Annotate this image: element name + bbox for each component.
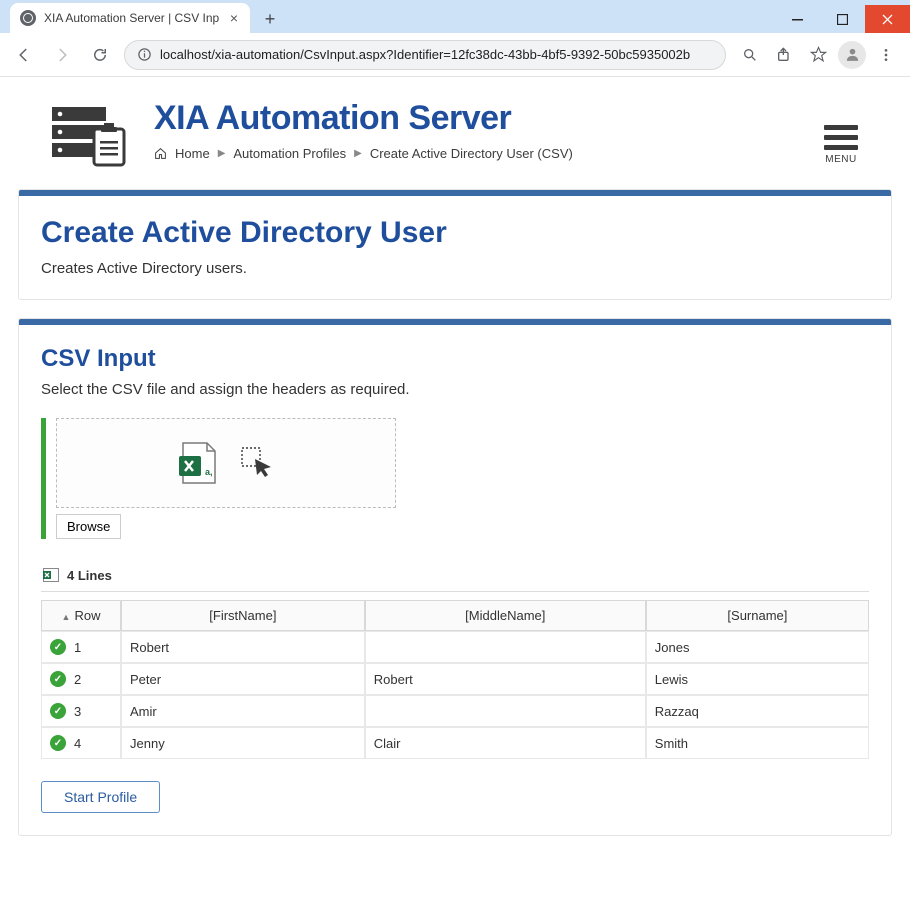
globe-icon xyxy=(20,10,36,26)
excel-file-icon: a, xyxy=(177,441,219,485)
drag-select-icon xyxy=(241,447,275,479)
app-logo-icon xyxy=(52,105,130,165)
col-header-row[interactable]: ▲Row xyxy=(41,600,121,631)
address-bar[interactable]: localhost/xia-automation/CsvInput.aspx?I… xyxy=(124,40,726,70)
excel-small-icon xyxy=(43,567,59,583)
menu-button[interactable]: MENU xyxy=(824,99,890,165)
check-circle-icon: ✓ xyxy=(50,639,66,655)
col-header-surname[interactable]: [Surname] xyxy=(646,600,869,631)
row-number: 4 xyxy=(74,736,81,751)
window-titlebar: XIA Automation Server | CSV Inp × + xyxy=(0,0,910,33)
csv-section-subtitle: Select the CSV file and assign the heade… xyxy=(41,381,869,398)
cell-middlename xyxy=(365,695,646,727)
cell-surname: Jones xyxy=(646,631,869,663)
chevron-right-icon: ▶ xyxy=(218,148,226,159)
col-header-middlename[interactable]: [MiddleName] xyxy=(365,600,646,631)
close-window-button[interactable] xyxy=(865,5,910,33)
cell-firstname: Robert xyxy=(121,631,365,663)
title-card: Create Active Directory User Creates Act… xyxy=(18,189,892,300)
home-icon xyxy=(154,147,167,160)
lines-summary: 4 Lines xyxy=(41,563,869,592)
forward-button xyxy=(48,41,76,69)
cell-middlename xyxy=(365,631,646,663)
zoom-icon[interactable] xyxy=(736,41,764,69)
bookmark-icon[interactable] xyxy=(804,41,832,69)
breadcrumb-profiles[interactable]: Automation Profiles xyxy=(233,146,346,161)
cell-firstname: Peter xyxy=(121,663,365,695)
page-subtitle: Creates Active Directory users. xyxy=(41,260,869,277)
tab-title: XIA Automation Server | CSV Inp xyxy=(44,11,220,25)
reload-button[interactable] xyxy=(86,41,114,69)
profile-avatar-icon[interactable] xyxy=(838,41,866,69)
start-profile-button[interactable]: Start Profile xyxy=(41,781,160,813)
breadcrumb-current: Create Active Directory User (CSV) xyxy=(370,146,573,161)
table-row[interactable]: ✓ 1 Robert Jones xyxy=(41,631,869,663)
csv-data-table: ▲Row [FirstName] [MiddleName] [Surname] … xyxy=(41,600,869,759)
table-row[interactable]: ✓ 4 JennyClairSmith xyxy=(41,727,869,759)
svg-text:a,: a, xyxy=(205,467,213,477)
browse-button[interactable]: Browse xyxy=(56,514,121,539)
cell-firstname: Jenny xyxy=(121,727,365,759)
new-tab-button[interactable]: + xyxy=(256,5,284,33)
row-number: 3 xyxy=(74,704,81,719)
page-title: Create Active Directory User xyxy=(41,216,869,250)
browser-tab[interactable]: XIA Automation Server | CSV Inp × xyxy=(10,3,250,33)
upload-area: a, Browse xyxy=(41,418,869,539)
close-tab-icon[interactable]: × xyxy=(228,9,240,27)
check-circle-icon: ✓ xyxy=(50,735,66,751)
csv-section-title: CSV Input xyxy=(41,345,869,373)
cell-middlename: Robert xyxy=(365,663,646,695)
minimize-window-button[interactable] xyxy=(775,5,820,33)
file-dropzone[interactable]: a, xyxy=(56,418,396,508)
lines-count-label: 4 Lines xyxy=(67,568,112,583)
browser-toolbar: localhost/xia-automation/CsvInput.aspx?I… xyxy=(0,33,910,77)
site-info-icon[interactable] xyxy=(137,47,152,62)
row-number: 2 xyxy=(74,672,81,687)
kebab-menu-icon[interactable] xyxy=(872,41,900,69)
upload-status-bar xyxy=(41,418,46,539)
share-icon[interactable] xyxy=(770,41,798,69)
back-button[interactable] xyxy=(10,41,38,69)
page-viewport: XIA Automation Server Home ▶ Automation … xyxy=(0,77,910,918)
cell-surname: Lewis xyxy=(646,663,869,695)
table-row[interactable]: ✓ 3 Amir Razzaq xyxy=(41,695,869,727)
cell-surname: Razzaq xyxy=(646,695,869,727)
check-circle-icon: ✓ xyxy=(50,703,66,719)
app-title: XIA Automation Server xyxy=(154,99,573,138)
app-header: XIA Automation Server Home ▶ Automation … xyxy=(12,95,898,189)
breadcrumb: Home ▶ Automation Profiles ▶ Create Acti… xyxy=(154,146,573,161)
breadcrumb-home[interactable]: Home xyxy=(175,146,210,161)
sort-asc-icon: ▲ xyxy=(62,612,71,622)
col-header-firstname[interactable]: [FirstName] xyxy=(121,600,365,631)
hamburger-icon xyxy=(824,125,858,150)
menu-label: MENU xyxy=(824,154,858,165)
tab-strip: XIA Automation Server | CSV Inp × + xyxy=(0,0,775,33)
url-text: localhost/xia-automation/CsvInput.aspx?I… xyxy=(160,47,713,62)
cell-firstname: Amir xyxy=(121,695,365,727)
table-row[interactable]: ✓ 2 PeterRobertLewis xyxy=(41,663,869,695)
csv-input-card: CSV Input Select the CSV file and assign… xyxy=(18,318,892,836)
row-number: 1 xyxy=(74,640,81,655)
check-circle-icon: ✓ xyxy=(50,671,66,687)
cell-surname: Smith xyxy=(646,727,869,759)
cell-middlename: Clair xyxy=(365,727,646,759)
maximize-window-button[interactable] xyxy=(820,5,865,33)
chevron-right-icon: ▶ xyxy=(354,148,362,159)
window-controls xyxy=(775,5,910,33)
